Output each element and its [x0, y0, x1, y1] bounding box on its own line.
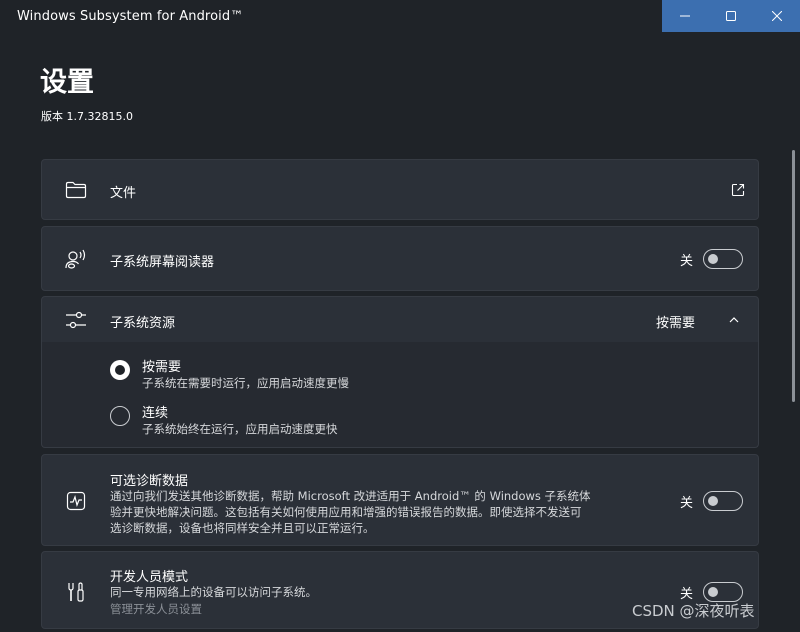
resources-expander-header[interactable]: 子系统资源 按需要: [41, 296, 759, 343]
radio-on-demand[interactable]: [110, 360, 130, 380]
radio-dot: [115, 365, 125, 375]
diagnostics-label: 可选诊断数据: [110, 474, 189, 489]
caption-buttons: [662, 0, 800, 32]
screen-reader-card: 子系统屏幕阅读器 关: [41, 226, 759, 291]
toggle-knob: [708, 496, 719, 506]
radio-continuous[interactable]: [110, 406, 130, 426]
screen-reader-toggle[interactable]: [703, 249, 744, 269]
radio-on-demand-desc: 子系统在需要时运行，应用启动速度更慢: [142, 376, 349, 390]
diagnostics-toggle[interactable]: [703, 491, 744, 511]
maximize-icon: [726, 11, 736, 21]
close-icon: [772, 11, 782, 21]
radio-on-demand-label: 按需要: [142, 360, 182, 375]
screen-reader-toggle-group: 关: [680, 249, 744, 269]
tools-icon: [64, 580, 88, 604]
toggle-knob: [708, 587, 719, 597]
app-window: Windows Subsystem for Android™ 设置 版本 1.7…: [0, 0, 800, 632]
developer-toggle[interactable]: [703, 582, 744, 602]
diagnostics-desc-line-3: 选诊断数据，设备也将同样安全并且可以正常运行。: [110, 521, 375, 535]
resources-expander-body: 按需要 子系统在需要时运行，应用启动速度更慢 连续 子系统始终在运行，应用启动速…: [41, 342, 759, 448]
narrator-icon: [64, 247, 88, 271]
maximize-button[interactable]: [708, 0, 754, 32]
minimize-icon: [680, 15, 690, 17]
vertical-scrollbar[interactable]: [792, 150, 795, 402]
watermark: CSDN @深夜听表: [632, 602, 755, 620]
page-title: 设置: [40, 67, 94, 98]
minimize-button[interactable]: [662, 0, 708, 32]
diagnostics-card: 可选诊断数据 通过向我们发送其他诊断数据，帮助 Microsoft 改进适用于 …: [41, 454, 759, 546]
diagnostics-toggle-group: 关: [680, 491, 744, 511]
diagnostics-state: 关: [680, 495, 694, 511]
title-bar[interactable]: Windows Subsystem for Android™: [0, 0, 800, 32]
sliders-icon: [64, 308, 88, 332]
screen-reader-label: 子系统屏幕阅读器: [110, 255, 215, 270]
activity-icon: [64, 489, 88, 513]
files-card[interactable]: 文件: [41, 159, 759, 220]
screen-reader-state: 关: [680, 253, 694, 269]
diagnostics-desc-line-2: 验并更快地解决问题。这包括有关如何使用应用和增强的错误报告的数据。即使选择不发送…: [110, 505, 582, 519]
diagnostics-desc-line-1: 通过向我们发送其他诊断数据，帮助 Microsoft 改进适用于 Android…: [110, 489, 591, 503]
version-text: 版本 1.7.32815.0: [41, 110, 133, 123]
developer-desc: 同一专用网络上的设备可以访问子系统。: [110, 585, 317, 599]
radio-continuous-label: 连续: [142, 406, 169, 421]
resources-label: 子系统资源: [110, 316, 176, 331]
resources-value: 按需要: [656, 316, 696, 331]
external-link-icon[interactable]: [726, 178, 750, 202]
radio-continuous-desc: 子系统始终在运行，应用启动速度更快: [142, 422, 338, 436]
files-label: 文件: [110, 186, 137, 201]
developer-toggle-group: 关: [680, 582, 744, 602]
chevron-up-icon[interactable]: [722, 308, 746, 332]
folder-icon: [64, 178, 88, 202]
close-button[interactable]: [754, 0, 800, 32]
toggle-knob: [708, 254, 719, 264]
manage-developer-settings-link[interactable]: 管理开发人员设置: [110, 601, 202, 617]
developer-state: 关: [680, 586, 694, 602]
developer-label: 开发人员模式: [110, 570, 189, 585]
window-title: Windows Subsystem for Android™: [17, 9, 244, 24]
